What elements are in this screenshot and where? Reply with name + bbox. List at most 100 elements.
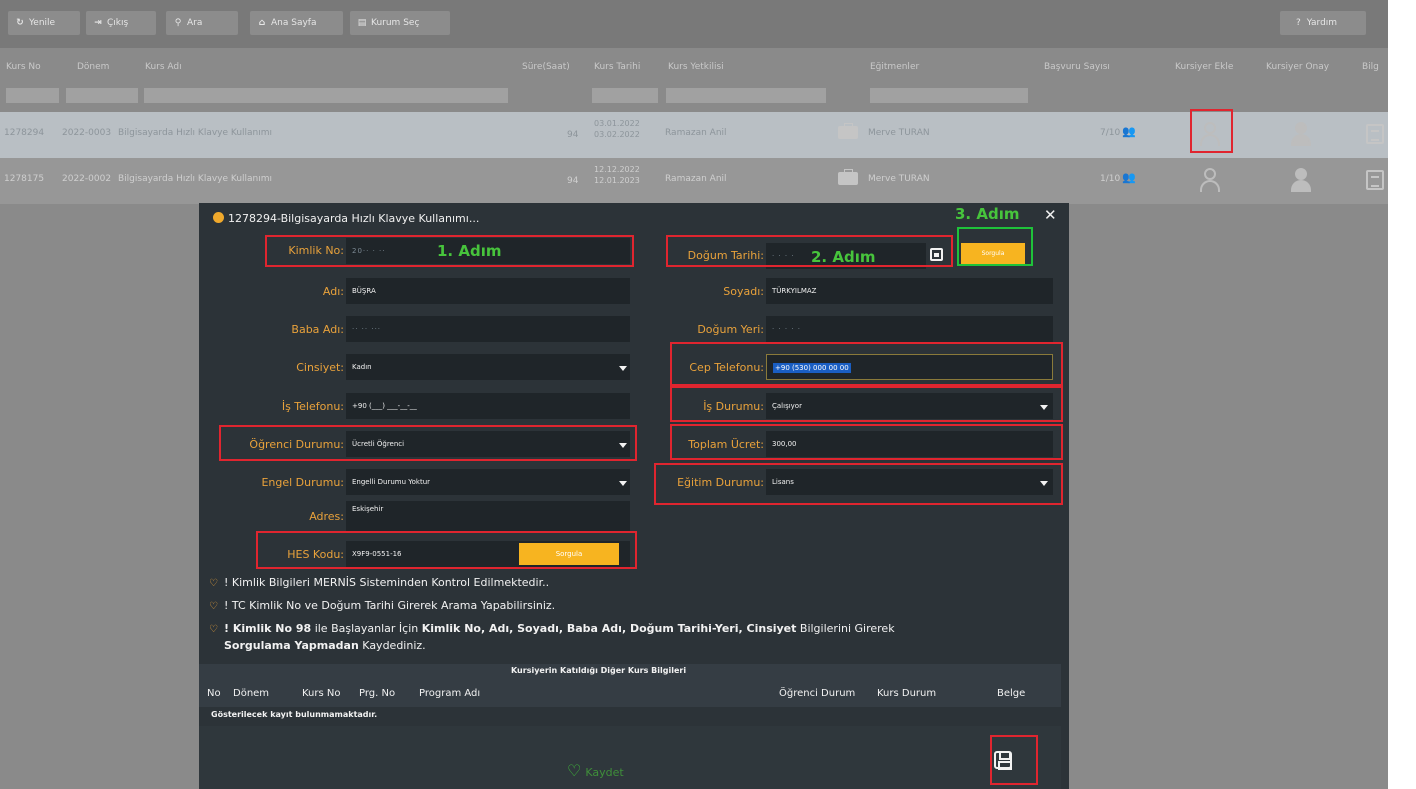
donem-cell: 2022-0003 [62, 128, 112, 138]
highlight-add-trainee [1190, 109, 1233, 153]
cinsiyet-select[interactable]: Kadın [346, 354, 630, 380]
column-header[interactable]: Kurs Tarihi [594, 62, 640, 72]
toolbar: ↻ Yenile ⇥ Çıkış ⚲ Ara ⌂ Ana Sayfa ▤ Kurum Se… [0, 0, 1388, 48]
column-header[interactable]: Başvuru Sayısı [1044, 62, 1110, 72]
info-note: ♡! Kimlik No 98 ile Başlayanlar İçin Kim… [209, 622, 895, 635]
select-institution-button[interactable]: ▤ Kurum Seç [350, 11, 450, 35]
column-header: No [207, 688, 221, 699]
lightbulb-icon: ♡ [567, 761, 582, 780]
column-header: Program Adı [419, 688, 481, 699]
soyadi-label: Soyadı: [723, 285, 764, 298]
yetkili-cell: Ramazan Anil [665, 128, 727, 138]
basvuru-cell: 7/10 [1100, 128, 1121, 138]
highlight-kimlik-no [265, 235, 634, 267]
highlight-toplam-ucret [670, 424, 1063, 460]
home-button[interactable]: ⌂ Ana Sayfa [250, 11, 343, 35]
filter-input[interactable] [870, 88, 1028, 103]
table-row[interactable]: 1278294 2022-0003 Bilgisayarda Hızlı Kla… [0, 112, 1388, 158]
adres-textarea[interactable]: Eskişehir [346, 501, 630, 531]
home-icon: ⌂ [258, 18, 266, 28]
close-icon[interactable]: ✕ [1044, 206, 1057, 224]
engel-durumu-label: Engel Durumu: [261, 476, 344, 489]
table-row[interactable]: 1278175 2022-0002 Bilgisayarda Hızlı Kla… [0, 158, 1388, 204]
refresh-button[interactable]: ↻ Yenile [8, 11, 80, 35]
column-header[interactable]: Kurs Adı [145, 62, 182, 72]
other-courses-table: Kursiyerin Katıldığı Diğer Kurs Bilgiler… [199, 664, 1061, 707]
pin-icon: ♡ [209, 624, 218, 635]
yetkili-cell: Ramazan Anil [665, 174, 727, 184]
highlight-is-durumu [670, 386, 1063, 422]
column-header: Öğrenci Durum [779, 688, 856, 699]
pin-icon: ♡ [209, 578, 218, 589]
baba-adi-label: Baba Adı: [291, 323, 344, 336]
cinsiyet-label: Cinsiyet: [296, 361, 344, 374]
highlight-cep-telefonu [670, 342, 1063, 386]
other-courses-title: Kursiyerin Katıldığı Diğer Kurs Bilgiler… [511, 666, 687, 675]
help-button[interactable]: ? Yardım [1280, 11, 1366, 35]
column-header: Dönem [233, 688, 270, 699]
chevron-down-icon[interactable] [619, 481, 627, 486]
engel-durumu-select[interactable]: Engelli Durumu Yoktur [346, 469, 630, 495]
highlight-ogrenci-durumu [219, 425, 637, 461]
column-header[interactable]: Dönem [77, 62, 109, 72]
soyadi-input[interactable]: TÜRKYILMAZ [766, 278, 1053, 304]
pin-icon: ♡ [209, 601, 218, 612]
users-icon: 👥 [1122, 171, 1136, 184]
adi-input[interactable]: BÜŞRA [346, 278, 630, 304]
filter-input[interactable] [6, 88, 59, 103]
highlight-dogum-tarihi [666, 235, 953, 267]
add-trainee-icon[interactable] [1199, 168, 1221, 194]
info-document-icon[interactable] [1366, 170, 1384, 190]
filter-input[interactable] [66, 88, 138, 103]
approve-trainee-icon[interactable] [1290, 122, 1312, 148]
help-icon: ? [1296, 18, 1301, 28]
column-header: Prg. No [359, 688, 396, 699]
column-header[interactable]: Eğitmenler [870, 62, 919, 72]
info-document-icon[interactable] [1366, 124, 1384, 144]
column-header[interactable]: Kursiyer Ekle [1175, 62, 1233, 72]
egitmen-cell: Merve TURAN [868, 128, 930, 138]
sure-cell: 94 [567, 130, 579, 140]
info-note: ♡! Kimlik Bilgileri MERNİS Sisteminden K… [209, 576, 550, 589]
info-note: Sorgulama Yapmadan Kaydediniz. [224, 639, 426, 652]
dialog-title: 1278294-Bilgisayarda Hızlı Klavye Kullan… [213, 212, 479, 225]
filter-input[interactable] [144, 88, 508, 103]
info-icon [213, 212, 224, 223]
egitmen-cell: Merve TURAN [868, 174, 930, 184]
column-header[interactable]: Kursiyer Onay [1266, 62, 1329, 72]
briefcase-icon [838, 169, 858, 185]
is-telefonu-input[interactable]: +90 (___) ___-__-__ [346, 393, 630, 419]
sure-cell: 94 [567, 176, 579, 186]
chevron-down-icon[interactable] [619, 366, 627, 371]
kaydet-button[interactable]: ♡ Kaydet [567, 761, 624, 780]
column-header[interactable]: Süre(Saat) [522, 62, 570, 72]
column-header: Belge [997, 688, 1026, 699]
column-header[interactable]: Bilg [1362, 62, 1379, 72]
adi-label: Adı: [322, 285, 344, 298]
adres-label: Adres: [309, 510, 344, 523]
filter-input[interactable] [666, 88, 826, 103]
kurs-adi-cell: Bilgisayarda Hızlı Klavye Kullanımı [118, 174, 273, 184]
empty-message: Gösterilecek kayıt bulunmamaktadır. [211, 710, 378, 719]
column-header[interactable]: Kurs No [6, 62, 41, 72]
kurs-no-cell: 1278294 [4, 128, 45, 138]
exit-button[interactable]: ⇥ Çıkış [86, 11, 156, 35]
filter-input[interactable] [592, 88, 658, 103]
exit-icon: ⇥ [94, 18, 102, 28]
column-header: Kurs No [302, 688, 341, 699]
dogum-yeri-input[interactable]: · · · · · [766, 316, 1053, 342]
briefcase-icon [838, 123, 858, 139]
highlight-sorgula [957, 227, 1033, 266]
basvuru-cell: 1/10 [1100, 174, 1121, 184]
search-button[interactable]: ⚲ Ara [166, 11, 238, 35]
dialog-footer [199, 726, 1061, 789]
approve-trainee-icon[interactable] [1290, 168, 1312, 194]
refresh-icon: ↻ [16, 18, 24, 28]
kurs-adi-cell: Bilgisayarda Hızlı Klavye Kullanımı [118, 128, 273, 138]
search-icon: ⚲ [174, 18, 182, 28]
column-header: Kurs Durum [877, 688, 937, 699]
highlight-hes-kodu [256, 531, 637, 569]
highlight-save [990, 735, 1038, 785]
baba-adi-input[interactable]: ·· ·· ··· [346, 316, 630, 342]
column-header[interactable]: Kurs Yetkilisi [668, 62, 724, 72]
